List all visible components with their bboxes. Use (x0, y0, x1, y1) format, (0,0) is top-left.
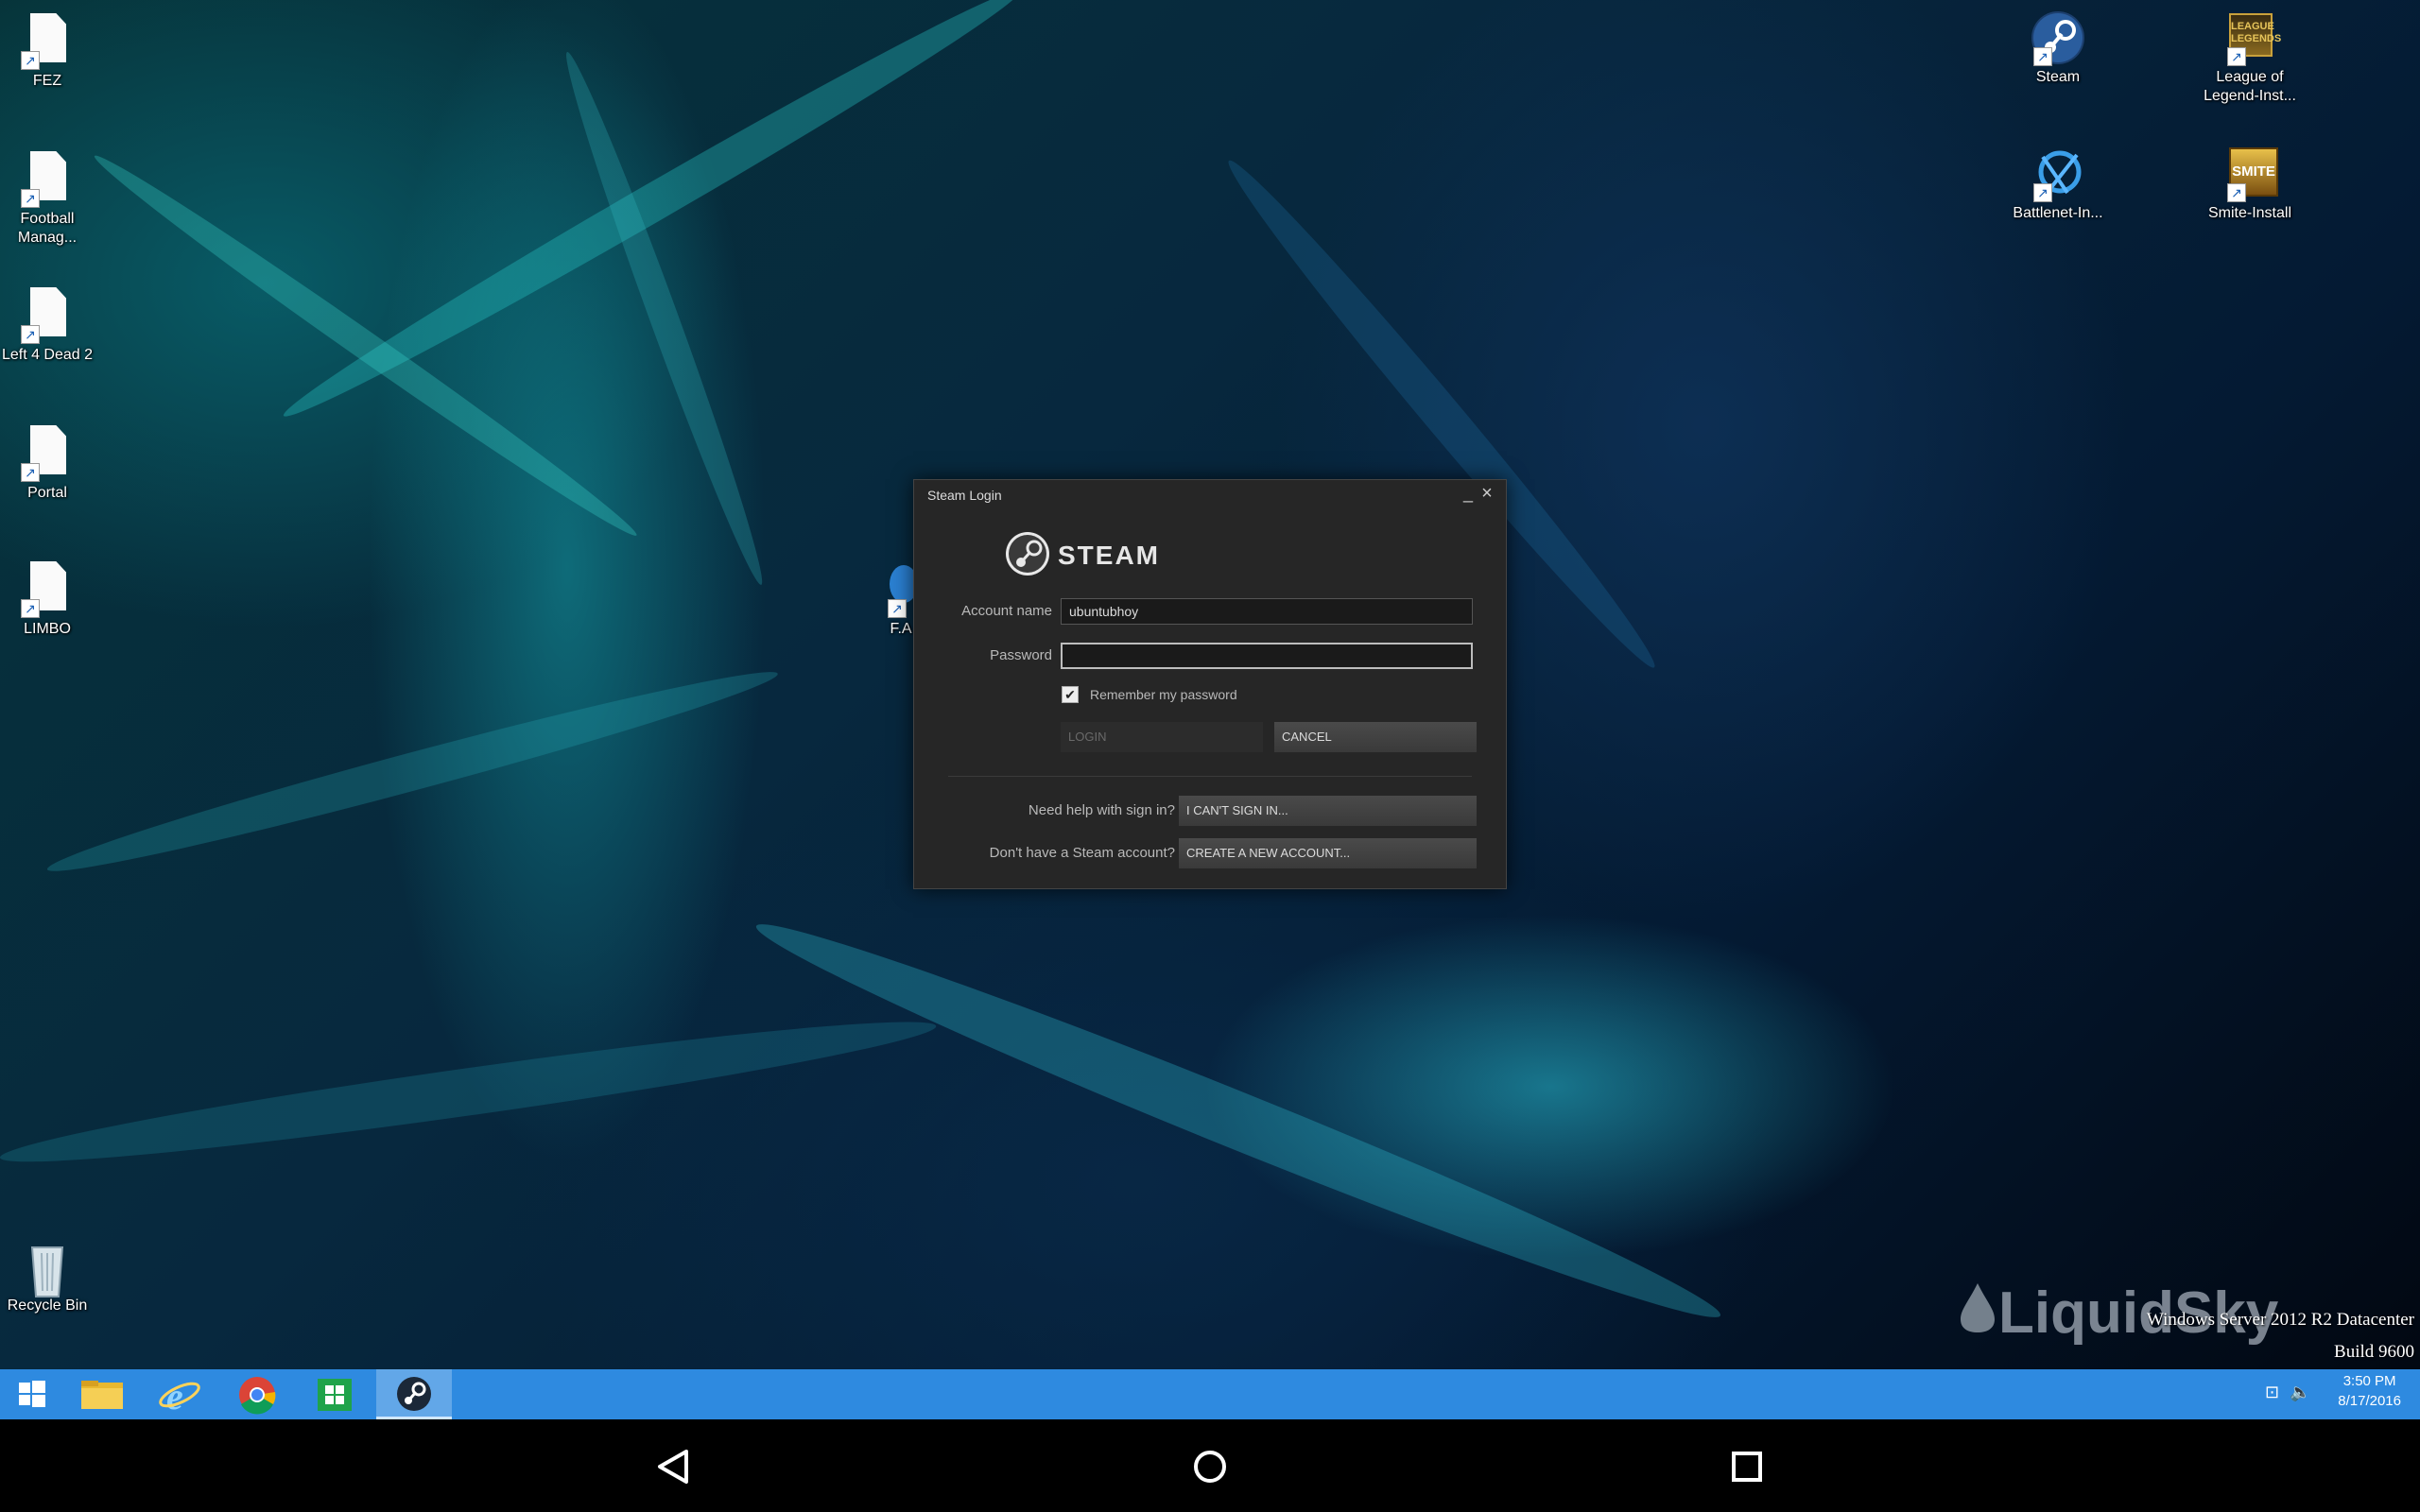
taskbar-file-explorer[interactable] (64, 1369, 140, 1419)
desktop-icon-label: Left 4 Dead 2 (1, 347, 94, 363)
network-icon[interactable]: ⊡ (2265, 1383, 2279, 1402)
smite-icon: SMITE ↗ (2221, 146, 2278, 202)
create-account-button[interactable]: CREATE A NEW ACCOUNT... (1179, 838, 1477, 868)
desktop-icon-label: Steam (2035, 69, 2081, 85)
desktop-icon-football-manager[interactable]: ↗ Football Manag... (0, 151, 104, 248)
desktop-icon-battlenet[interactable]: ↗ Battlenet-In... (2001, 146, 2115, 223)
taskbar-steam[interactable] (376, 1369, 452, 1419)
desktop-icon-label: Football Manag... (17, 211, 78, 246)
minimize-button[interactable]: _ (1459, 485, 1478, 504)
folder-icon (81, 1381, 123, 1409)
file-shortcut-icon: ↗ (19, 425, 76, 482)
desktop-icon-recycle-bin[interactable]: Recycle Bin (0, 1238, 104, 1315)
svg-text:e: e (166, 1375, 183, 1418)
dialog-title: Steam Login (927, 488, 1002, 503)
back-icon[interactable] (654, 1448, 690, 1486)
taskbar-chrome[interactable] (219, 1369, 295, 1419)
battlenet-icon: ↗ (2030, 146, 2086, 202)
desktop-icon-label: League of Legend-Inst... (2204, 69, 2296, 104)
clock-time: 3:50 PM (2342, 1373, 2396, 1389)
os-edition-text: Windows Server 2012 R2 Datacenter (2146, 1310, 2414, 1330)
account-name-field[interactable] (1061, 598, 1473, 625)
taskbar-internet-explorer[interactable]: e (142, 1369, 217, 1419)
internet-explorer-icon: e (159, 1375, 200, 1418)
desktop-icon-label: Portal (27, 485, 67, 501)
recycle-bin-icon (19, 1238, 76, 1297)
liquidsky-watermark: LiquidSky Windows Server 2012 R2 Datacen… (1853, 1276, 2420, 1369)
dialog-divider (948, 776, 1472, 777)
file-shortcut-icon: ↗ (19, 151, 76, 208)
taskbar: e ⊡ 🔈 3:50 PM 8/17/2016 (0, 1369, 2420, 1419)
os-build-text: Build 9600 (2334, 1342, 2414, 1362)
file-shortcut-icon: ↗ (19, 287, 76, 344)
steam-logo-icon (1006, 532, 1049, 576)
dialog-titlebar[interactable]: Steam Login _ × (914, 480, 1506, 508)
desktop-icon-label: FEZ (32, 73, 62, 89)
desktop-icon-limbo[interactable]: ↗ LIMBO (0, 561, 104, 639)
steam-logo: STEAM (1005, 531, 1213, 580)
login-button[interactable]: LOGIN (1061, 722, 1263, 752)
liquidsky-drop-icon (1961, 1283, 1995, 1332)
steam-icon (397, 1377, 431, 1411)
volume-icon[interactable]: 🔈 (2290, 1383, 2310, 1402)
remember-password-checkbox[interactable]: ✔ (1062, 686, 1079, 703)
steam-icon: ↗ (2030, 9, 2086, 66)
close-button[interactable]: × (1478, 484, 1496, 504)
chrome-icon (239, 1377, 276, 1415)
sign-in-help-label: Need help with sign in? (1028, 802, 1175, 818)
cant-sign-in-button[interactable]: I CAN'T SIGN IN... (1179, 796, 1477, 826)
desktop-icon-fez[interactable]: ↗ FEZ (0, 13, 104, 91)
no-account-label: Don't have a Steam account? (989, 845, 1175, 861)
desktop-icon-label: LIMBO (24, 621, 71, 637)
home-icon[interactable] (1192, 1449, 1228, 1485)
wallpaper-streak (86, 144, 646, 547)
desktop-icon-label: Battlenet-In... (2013, 205, 2103, 221)
android-nav-bar (0, 1419, 2420, 1512)
steam-login-dialog: Steam Login _ × STEAM Account name Passw… (913, 479, 1507, 889)
password-label: Password (990, 647, 1052, 663)
wallpaper-streak (0, 1003, 940, 1181)
system-tray: ⊡ 🔈 (2259, 1383, 2316, 1407)
file-shortcut-icon: ↗ (19, 561, 76, 618)
clock-date: 8/17/2016 (2338, 1393, 2401, 1409)
desktop-background: ↗ FEZ ↗ Football Manag... ↗ Left 4 Dead … (0, 0, 2420, 1369)
desktop-icon-league-of-legends[interactable]: LEAGUE LEGENDS ↗ League of Legend-Inst... (2193, 9, 2307, 106)
wallpaper-streak (42, 655, 783, 888)
league-of-legends-icon: LEAGUE LEGENDS ↗ (2221, 9, 2281, 66)
account-name-label: Account name (961, 603, 1052, 619)
steam-logo-text: STEAM (1058, 541, 1160, 570)
password-field[interactable] (1061, 643, 1473, 669)
desktop-icon-portal[interactable]: ↗ Portal (0, 425, 104, 503)
recents-icon[interactable] (1731, 1451, 1763, 1483)
desktop-icon-left4dead2[interactable]: ↗ Left 4 Dead 2 (0, 287, 104, 365)
wallpaper-streak (745, 900, 1732, 1342)
desktop-icon-smite[interactable]: SMITE ↗ Smite-Install (2193, 146, 2307, 223)
taskbar-store[interactable] (297, 1369, 372, 1419)
desktop-icon-label: Smite-Install (2207, 205, 2292, 221)
file-shortcut-icon: ↗ (19, 13, 76, 70)
store-icon (318, 1379, 352, 1411)
taskbar-clock[interactable]: 3:50 PM 8/17/2016 (2338, 1371, 2401, 1411)
cancel-button[interactable]: CANCEL (1274, 722, 1477, 752)
desktop-icon-steam[interactable]: ↗ Steam (2001, 9, 2115, 87)
remember-password-label[interactable]: Remember my password (1090, 687, 1237, 702)
